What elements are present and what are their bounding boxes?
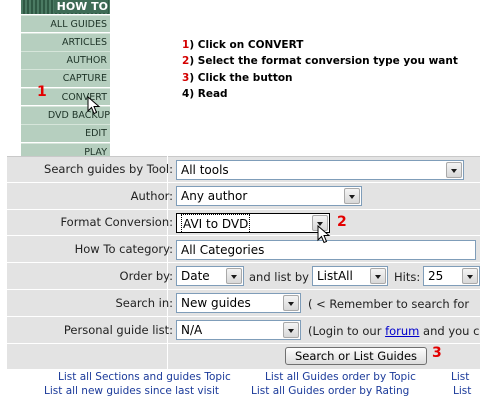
order-by-select[interactable]: Date <box>176 266 244 286</box>
author-select[interactable]: Any author <box>176 186 362 206</box>
menu-item-capture[interactable]: CAPTURE <box>21 69 110 88</box>
search-in-note: ( < Remember to search for <box>308 297 470 311</box>
link-new-guides[interactable]: List all new guides since last visit <box>44 385 219 397</box>
instructions: 1) Click on CONVERT 2) Select the format… <box>182 37 458 102</box>
tool-select[interactable]: All tools <box>176 160 464 180</box>
menu-item-edit[interactable]: EDIT <box>21 124 110 143</box>
step-2: 2) Select the format conversion type you… <box>182 55 458 68</box>
link-sections-topic[interactable]: List all Sections and guides Topic <box>58 371 231 383</box>
chevron-down-icon <box>344 188 360 204</box>
hits-select[interactable]: 25 <box>423 266 480 286</box>
chevron-down-icon <box>370 268 386 284</box>
menu-item-all-guides[interactable]: ALL GUIDES <box>21 14 110 33</box>
personal-list-note: (Login to our forum and you c <box>308 324 480 338</box>
menu-header: HOW TO <box>21 0 110 14</box>
step-marker-1: 1 <box>37 84 47 100</box>
forum-link[interactable]: forum <box>385 324 419 338</box>
step-marker-2: 2 <box>337 214 347 230</box>
chevron-down-icon <box>226 268 242 284</box>
mouse-pointer-icon <box>87 96 101 115</box>
list-by-select[interactable]: ListAll <box>312 266 388 286</box>
step-3: 3) Click the button <box>182 71 293 84</box>
list-by-label: and list by <box>249 270 309 284</box>
author-label: Author: <box>130 189 173 203</box>
howto-menu: HOW TO ALL GUIDES ARTICLES AUTHOR CAPTUR… <box>21 0 110 161</box>
link-guides-by-topic[interactable]: List all Guides order by Topic <box>265 371 416 383</box>
step-marker-3: 3 <box>432 345 442 361</box>
order-label: Order by: <box>119 269 173 283</box>
search-in-select[interactable]: New guides <box>176 293 301 313</box>
menu-item-articles[interactable]: ARTICLES <box>21 32 110 51</box>
chevron-down-icon <box>446 162 462 178</box>
personal-list-label: Personal guide list: <box>63 323 173 337</box>
step-1: 1) Click on CONVERT <box>182 39 304 51</box>
category-label: How To category: <box>74 242 173 256</box>
mouse-pointer-icon <box>317 225 331 244</box>
search-or-list-guides-button[interactable]: Search or List Guides <box>285 347 427 365</box>
tool-label: Search guides by Tool: <box>44 162 173 176</box>
menu-item-author[interactable]: AUTHOR <box>21 51 110 69</box>
search-in-label: Search in: <box>115 296 173 310</box>
link-guides-by-rating[interactable]: List all Guides order by Rating <box>251 385 409 397</box>
personal-list-select[interactable]: N/A <box>176 320 301 340</box>
chevron-down-icon <box>283 322 299 338</box>
step-4: 4) Read <box>182 87 228 100</box>
format-conversion-select[interactable]: AVI to DVD <box>176 213 330 233</box>
chevron-down-icon <box>462 268 478 284</box>
format-label: Format Conversion: <box>60 215 173 229</box>
hits-label: Hits: <box>394 270 421 284</box>
chevron-down-icon <box>283 295 299 311</box>
link-row2-more[interactable]: List <box>453 385 471 397</box>
link-row1-more[interactable]: List <box>451 371 469 383</box>
